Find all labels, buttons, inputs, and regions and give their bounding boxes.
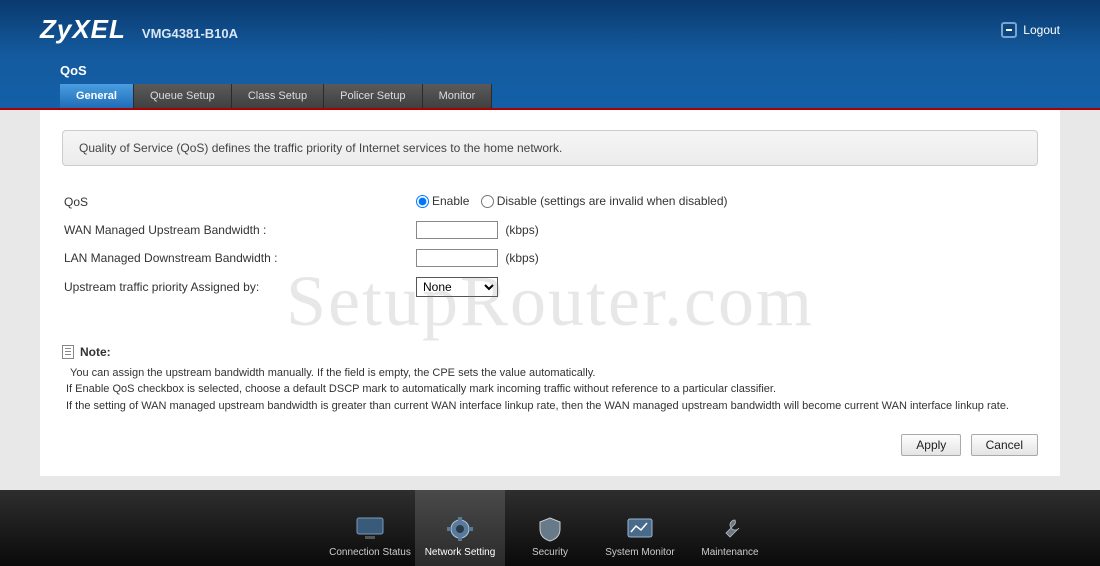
qos-disable-radio[interactable] [481,195,494,208]
qos-form: QoS Enable Disable (settings are invalid… [62,188,1038,303]
note-icon [62,345,74,359]
tab-monitor[interactable]: Monitor [423,84,493,108]
note-text: You can assign the upstream bandwidth ma… [62,365,1038,415]
note-line-2: If Enable QoS checkbox is selected, choo… [66,381,1038,398]
logout-button[interactable]: Logout [1001,22,1060,38]
nav-connection-label: Connection Status [329,547,411,558]
wrench-icon [713,515,747,543]
wan-bandwidth-input[interactable] [416,221,498,239]
note-header: Note: [62,343,1038,361]
bottom-nav: Connection Status Network Setting Securi… [0,490,1100,566]
gear-icon [443,515,477,543]
qos-label: QoS [64,190,414,215]
qos-disable-option[interactable]: Disable (settings are invalid when disab… [481,194,728,208]
nav-security-label: Security [532,547,568,558]
nav-network-setting[interactable]: Network Setting [415,490,505,566]
tab-class-setup[interactable]: Class Setup [232,84,324,108]
note-line-1: You can assign the upstream bandwidth ma… [70,365,1038,382]
enable-label: Enable [432,194,469,208]
section-title: QoS [0,55,1100,84]
logout-icon [1001,22,1017,38]
monitor-icon [353,515,387,543]
model-label: VMG4381-B10A [142,26,238,41]
nav-system-monitor[interactable]: System Monitor [595,490,685,566]
upstream-label: Upstream traffic priority Assigned by: [64,273,414,301]
note-block: Note: You can assign the upstream bandwi… [62,343,1038,415]
qos-enable-radio[interactable] [416,195,429,208]
button-row: Apply Cancel [62,434,1038,456]
nav-network-label: Network Setting [425,547,496,558]
tab-queue-setup[interactable]: Queue Setup [134,84,232,108]
nav-security[interactable]: Security [505,490,595,566]
disable-label: Disable (settings are invalid when disab… [497,194,728,208]
nav-system-label: System Monitor [605,547,674,558]
shield-icon [533,515,567,543]
logout-label: Logout [1023,23,1060,37]
note-line-3: If the setting of WAN managed upstream b… [66,398,1038,415]
tab-general[interactable]: General [60,84,134,108]
brand-logo: ZyXEL [40,14,126,45]
top-bar: ZyXEL VMG4381-B10A Logout QoS General Qu… [0,0,1100,110]
brand-left: ZyXEL VMG4381-B10A [40,14,238,45]
tab-policer-setup[interactable]: Policer Setup [324,84,422,108]
note-title: Note: [80,343,111,361]
lan-bandwidth-input[interactable] [416,249,498,267]
apply-button[interactable]: Apply [901,434,961,456]
wan-label: WAN Managed Upstream Bandwidth : [64,217,414,243]
info-box: Quality of Service (QoS) defines the tra… [62,130,1038,166]
qos-enable-option[interactable]: Enable [416,194,469,208]
content-panel: Quality of Service (QoS) defines the tra… [40,110,1060,476]
nav-maintenance-label: Maintenance [701,547,758,558]
nav-maintenance[interactable]: Maintenance [685,490,775,566]
cancel-button[interactable]: Cancel [971,434,1038,456]
brand-row: ZyXEL VMG4381-B10A Logout [0,0,1100,55]
upstream-priority-select[interactable]: None [416,277,498,297]
tab-bar: General Queue Setup Class Setup Policer … [0,84,1100,108]
lan-unit: (kbps) [505,251,538,265]
lan-label: LAN Managed Downstream Bandwidth : [64,245,414,271]
wan-unit: (kbps) [505,223,538,237]
nav-connection-status[interactable]: Connection Status [325,490,415,566]
chart-icon [623,515,657,543]
